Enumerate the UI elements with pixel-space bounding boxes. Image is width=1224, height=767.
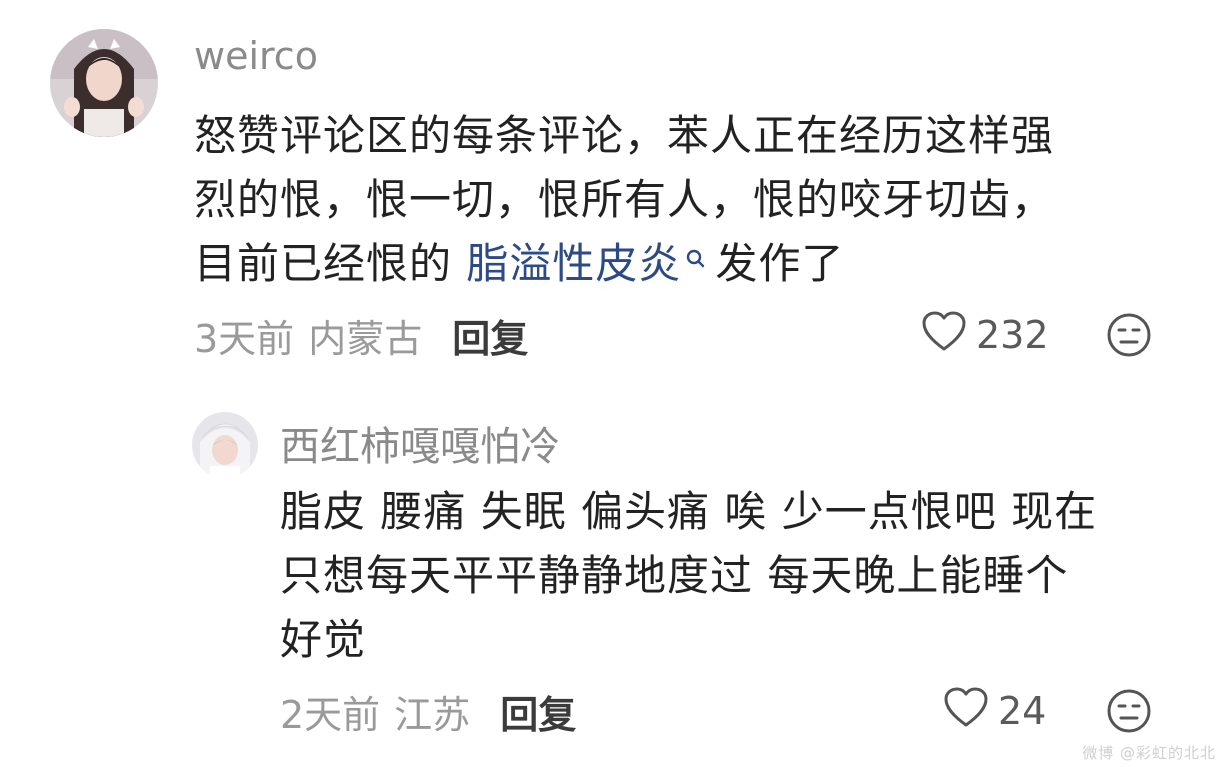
- neutral-face-icon: [1107, 313, 1151, 357]
- comment-meta: 3天前 内蒙古 回复: [194, 308, 528, 363]
- comment-like-button[interactable]: 232: [920, 310, 1049, 360]
- comment-line-3-suffix: 发作了: [715, 239, 845, 288]
- reply-meta: 2天前 江苏 回复: [280, 684, 576, 739]
- reply-like-count: 24: [998, 689, 1047, 733]
- comment-time: 3天前: [194, 316, 295, 361]
- comment-reply-button[interactable]: 回复: [452, 308, 528, 363]
- reply-location: 江苏: [394, 692, 471, 737]
- neutral-face-icon: [1107, 689, 1151, 733]
- heart-outline-icon: [920, 309, 968, 362]
- comment-line-1: 怒赞评论区的每条评论，苯人正在经历这样强: [194, 111, 1055, 160]
- heart-outline-icon: [942, 685, 990, 738]
- comment-text: 怒赞评论区的每条评论，苯人正在经历这样强 烈的恨，恨一切，恨所有人，恨的咬牙切齿…: [194, 104, 1054, 296]
- comment-line-2: 烈的恨，恨一切，恨所有人，恨的咬牙切齿，: [194, 175, 1055, 224]
- avatar-xihongshi[interactable]: [192, 412, 258, 478]
- comment-emoji-button[interactable]: [1106, 312, 1152, 362]
- comment-line-3: 目前已经恨的 脂溢性皮炎 发作了: [194, 232, 1054, 296]
- comment-line-3-prefix: 目前已经恨的: [194, 239, 467, 288]
- comment-username[interactable]: weirco: [194, 34, 318, 78]
- watermark: 微博 @彩虹的北北: [1082, 744, 1216, 762]
- reply-emoji-button[interactable]: [1106, 688, 1152, 738]
- comment-like-count: 232: [976, 313, 1049, 357]
- reply-line-2: 只想每天平平静静地度过 每天晚上能睡个: [280, 551, 1069, 600]
- reply-line-3: 好觉: [280, 615, 367, 664]
- reply-line-1: 脂皮 腰痛 失眠 偏头痛 唉 少一点恨吧 现在: [280, 487, 1098, 536]
- avatar-weirco[interactable]: [50, 29, 158, 137]
- reply-time: 2天前: [280, 692, 381, 737]
- search-link[interactable]: 脂溢性皮炎: [466, 239, 681, 288]
- search-icon[interactable]: [685, 228, 707, 292]
- reply-reply-button[interactable]: 回复: [500, 684, 576, 739]
- reply-username[interactable]: 西红柿嘎嘎怕冷: [280, 414, 560, 472]
- reply-text: 脂皮 腰痛 失眠 偏头痛 唉 少一点恨吧 现在 只想每天平平静静地度过 每天晚上…: [280, 480, 1097, 672]
- comment-location: 内蒙古: [308, 316, 423, 361]
- reply-like-button[interactable]: 24: [942, 686, 1046, 736]
